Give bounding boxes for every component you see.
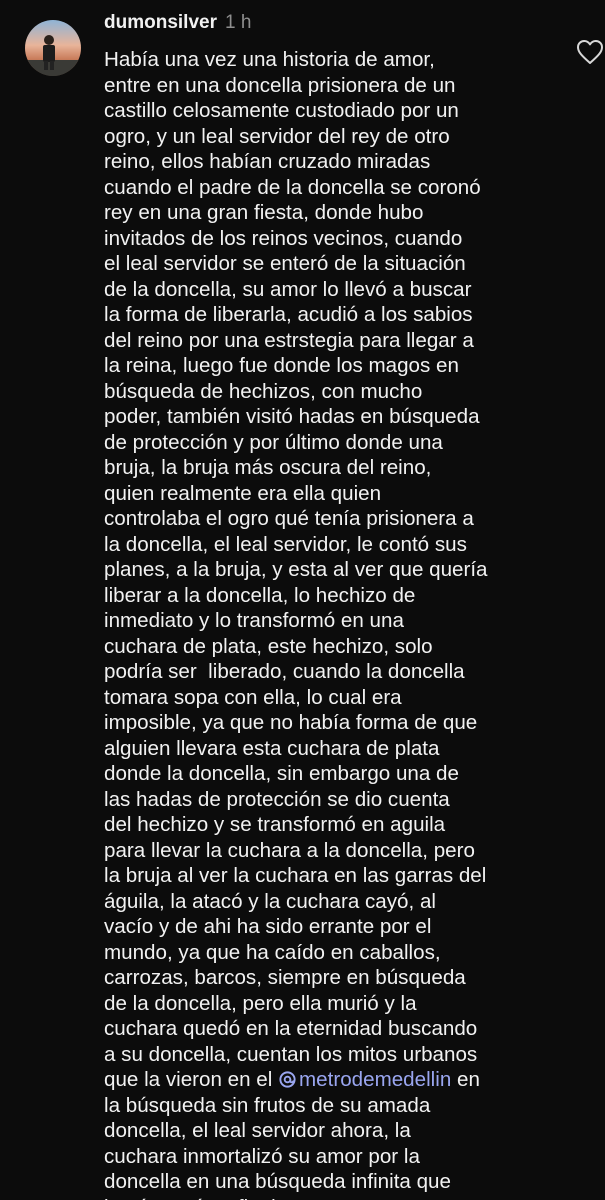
comment-line: la búsqueda sin frutos de su amada [104,1093,431,1117]
comment: dumonsilver 1 h Había una vez una histori… [0,0,605,1200]
comment-line: doncella, el leal servidor ahora, la [104,1119,411,1142]
comment-line: de protección y por último donde una [104,430,443,454]
comment-line: bruja, la bruja más oscura del reino, [104,456,432,479]
comment-line: para llevar la cuchara a la doncella, pe… [104,838,475,862]
comment-line-with-mention: que la vieron en el metrodemedellin en [104,1067,564,1093]
comment-line: tomara sopa con ella, lo cual era [104,685,402,709]
comment-line: controlaba el ogro qué tenía prisionera … [104,507,474,530]
comment-line: imposible, ya que no había forma de que [104,711,478,734]
comment-line: jamás verá su final. [104,1195,564,1200]
timestamp: 1 h [224,12,252,33]
comment-line: alguien llevara esta cuchara de plata [104,736,440,760]
comment-line: la reina, luego fue donde los magos en [104,354,459,377]
comment-line: el leal servidor se enteró de la situaci… [104,252,466,275]
comment-line: la bruja al ver la cuchara en las garras… [104,864,487,887]
comment-line: vacío y de ahi ha sido errante por el [104,915,432,938]
mention-line-after: en [451,1068,480,1091]
comment-text: Había una vez una historia de amor, entre… [104,47,564,1200]
comment-line: quien realmente era ella quien [104,481,382,505]
comment-line: del reino por una estrstegia para llegar… [104,328,474,352]
comment-line: águila, la atacó y la cuchara cayó, al [104,889,436,913]
comment-line: poder, también visitó hadas en búsqueda [104,405,480,428]
comment-line: doncella en una búsqueda infinita que [104,1170,451,1193]
comment-line: podría ser liberado, cuando la doncella [104,660,465,683]
comment-line: Había una vez una historia de amor, [104,48,435,71]
comment-line: castillo celosamente custodiado por un [104,99,459,122]
comment-line: ogro, y un leal servidor del rey de otro [104,124,450,148]
comment-line: inmediato y lo transformó en una [104,609,404,632]
comment-line: rey en una gran fiesta, donde hubo [104,201,424,224]
avatar[interactable] [25,20,81,76]
comment-line: cuchara quedó en la eternidad buscando [104,1017,478,1040]
comment-line: donde la doncella, sin embargo una de [104,762,459,785]
comment-line: cuando el padre de la doncella se coronó [104,175,481,199]
comment-line: búsqueda de hechizos, con mucho [104,379,423,403]
comment-line: entre en una doncella prisionera de un [104,73,456,97]
comment-line: reino, ellos habían cruzado miradas [104,150,431,173]
avatar-image [25,20,81,76]
comment-line: planes, a la bruja, y esta al ver que qu… [104,558,488,581]
comment-line: la doncella, el leal servidor, le contó … [104,532,467,556]
comment-line: mundo, ya que ha caído en caballos, [104,940,441,964]
comment-line: del hechizo y se transformó en aguila [104,813,446,836]
comment-line: de la doncella, pero ella murió y la [104,991,417,1015]
mention-line-before: que la vieron en el [104,1068,279,1091]
comment-header: dumonsilver 1 h [104,10,251,36]
comment-line: liberar a la doncella, lo hechizo de [104,583,416,607]
mention-link[interactable]: metrodemedellin [278,1068,451,1091]
comment-line: cuchara de plata, este hechizo, solo [104,634,433,658]
username[interactable]: dumonsilver [104,12,217,33]
comment-line: a su doncella, cuentan los mitos urbanos [104,1042,478,1066]
threads-at-icon [279,1071,296,1088]
comment-line: carrozas, barcos, siempre en búsqueda [104,966,466,989]
heart-outline-icon[interactable] [576,39,604,65]
comment-line: las hadas de protección se dio cuenta [104,787,450,811]
comment-line: la forma de liberarla, acudió a los sabi… [104,303,473,326]
comment-line: invitados de los reinos vecinos, cuando [104,226,463,250]
comment-line: cuchara inmortalizó su amor por la [104,1144,420,1168]
comment-line: de la doncella, su amor lo llevó a busca… [104,277,472,301]
mention-username[interactable]: metrodemedellin [299,1068,451,1091]
